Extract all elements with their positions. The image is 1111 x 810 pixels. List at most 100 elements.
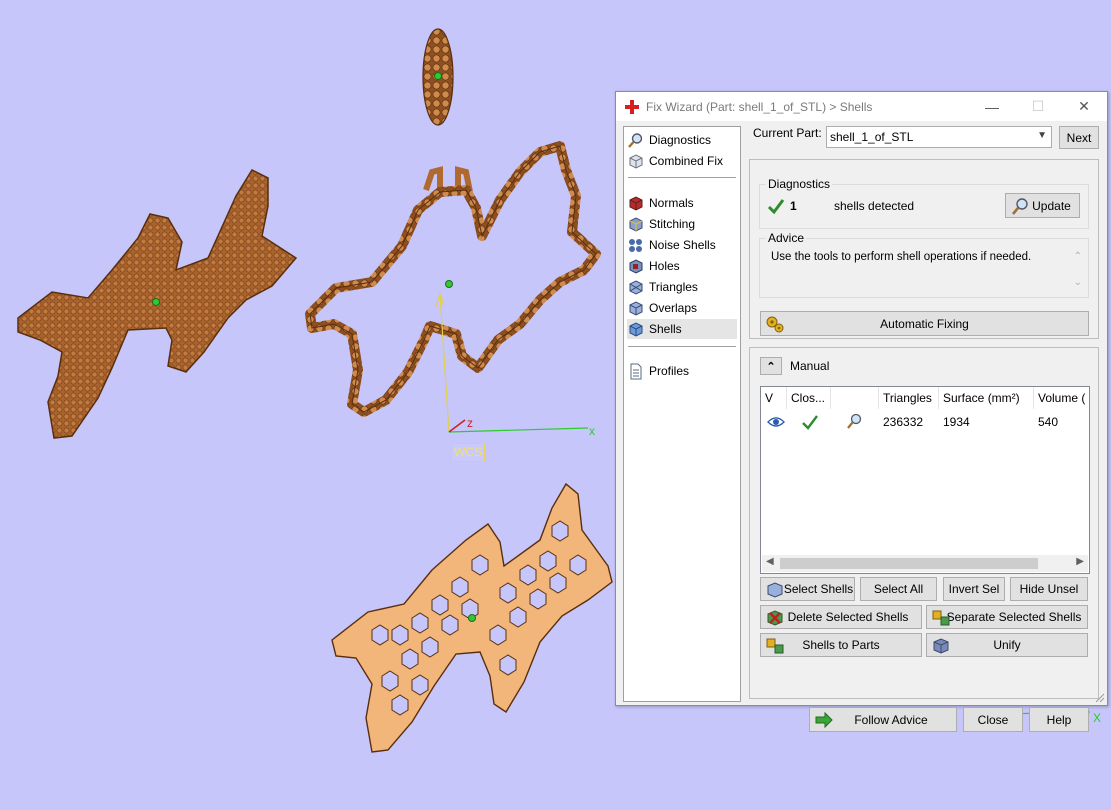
checkmark-icon xyxy=(767,199,785,215)
diagnostics-panel: Diagnostics 1 shells detected Update Adv… xyxy=(749,159,1099,339)
follow-advice-label: Follow Advice xyxy=(854,712,928,727)
wizard-nav-list: Diagnostics Combined Fix Normals Stitchi… xyxy=(623,126,741,702)
select-shells-cube-icon xyxy=(767,582,783,598)
separate-cubes-icon xyxy=(932,610,950,626)
unify-label: Unify xyxy=(993,638,1021,652)
nav-item-triangles[interactable]: Triangles xyxy=(627,277,737,297)
scrollbar-thumb[interactable] xyxy=(780,558,1038,569)
update-button-label: Update xyxy=(1032,198,1071,213)
nav-item-label: Stitching xyxy=(649,217,696,231)
nav-item-diagnostics[interactable]: Diagnostics xyxy=(627,130,737,150)
resize-grip-icon[interactable] xyxy=(1095,693,1105,703)
current-part-label: Current Part: xyxy=(753,126,822,140)
column-header-tool[interactable] xyxy=(831,387,879,409)
nav-item-label: Overlaps xyxy=(649,301,698,315)
wizard-main-panel: Current Part: shell_1_of_STL ▼ Next Diag… xyxy=(749,122,1101,732)
nav-item-holes[interactable]: Holes xyxy=(627,256,737,276)
nav-item-overlaps[interactable]: Overlaps xyxy=(627,298,737,318)
nav-item-stitching[interactable]: Stitching xyxy=(627,214,737,234)
surface-value: 1934 xyxy=(943,415,970,429)
scroll-down-icon[interactable]: ⌄ xyxy=(1074,277,1082,288)
scroll-right-icon[interactable]: ▶ xyxy=(1076,556,1084,567)
holes-cube-icon xyxy=(629,258,643,274)
scroll-up-icon[interactable]: ⌃ xyxy=(1074,251,1082,262)
column-header-triangles[interactable]: Triangles xyxy=(879,387,939,409)
invert-sel-button[interactable]: Invert Sel xyxy=(943,577,1005,601)
arrow-right-icon xyxy=(815,711,833,729)
help-button[interactable]: Help xyxy=(1029,707,1089,732)
normals-cube-icon xyxy=(629,195,643,211)
scroll-left-icon[interactable]: ◀ xyxy=(766,556,774,567)
automatic-fixing-button[interactable]: Automatic Fixing xyxy=(760,311,1089,336)
hide-unsel-button[interactable]: Hide Unsel xyxy=(1010,577,1088,601)
cube-icon xyxy=(629,153,643,169)
minimize-button[interactable]: — xyxy=(969,92,1015,121)
maximize-button[interactable]: ☐ xyxy=(1015,92,1061,121)
shells-to-parts-button[interactable]: Shells to Parts xyxy=(760,633,922,657)
magnifier-icon[interactable] xyxy=(845,412,863,432)
stitching-cube-icon xyxy=(629,216,643,232)
shell-count: 1 xyxy=(790,199,797,213)
current-part-value: shell_1_of_STL xyxy=(830,130,914,144)
column-header-volume[interactable]: Volume ( xyxy=(1034,387,1091,409)
wcs-axes xyxy=(435,292,589,433)
title-bar[interactable]: Fix Wizard (Part: shell_1_of_STL) > Shel… xyxy=(616,92,1107,121)
update-button[interactable]: Update xyxy=(1005,193,1080,218)
chevron-down-icon: ▼ xyxy=(1037,130,1047,141)
nav-item-profiles[interactable]: Profiles xyxy=(627,361,737,381)
shells-table: V Clos... Triangles Surface (mm²) Volume… xyxy=(760,386,1090,574)
unify-cubes-icon xyxy=(933,638,949,654)
shells-detected-text: shells detected xyxy=(834,199,915,213)
bail-ring-model[interactable] xyxy=(422,28,454,126)
select-shells-label: Select Shells xyxy=(783,582,854,596)
nav-item-combined-fix[interactable]: Combined Fix xyxy=(627,151,737,171)
filled-pendant-model[interactable] xyxy=(17,169,298,439)
column-header-visible[interactable]: V xyxy=(761,387,787,409)
horizontal-scrollbar[interactable]: ◀ ▶ xyxy=(762,555,1088,572)
automatic-fixing-label: Automatic Fixing xyxy=(880,316,969,331)
eye-icon[interactable] xyxy=(767,412,785,432)
nav-item-noise-shells[interactable]: Noise Shells xyxy=(627,235,737,255)
triangles-cube-icon xyxy=(629,279,643,295)
diagnostics-legend: Diagnostics xyxy=(766,177,833,191)
close-button[interactable]: Close xyxy=(963,707,1023,732)
manual-label: Manual xyxy=(790,359,830,373)
column-header-surface[interactable]: Surface (mm²) xyxy=(939,387,1034,409)
outline-pendant-model[interactable] xyxy=(305,141,601,417)
select-shells-button[interactable]: Select Shells xyxy=(760,577,855,601)
close-window-button[interactable]: ✕ xyxy=(1061,92,1107,121)
nav-item-label: Noise Shells xyxy=(649,238,716,252)
red-cross-icon xyxy=(625,99,639,114)
triangles-value: 236332 xyxy=(883,415,924,429)
follow-advice-button[interactable]: Follow Advice xyxy=(809,707,957,732)
nav-item-label: Triangles xyxy=(649,280,698,294)
column-header-closed[interactable]: Clos... xyxy=(787,387,831,409)
current-part-select[interactable]: shell_1_of_STL ▼ xyxy=(826,126,1052,148)
next-button[interactable]: Next xyxy=(1059,126,1099,149)
checkmark-icon xyxy=(802,415,818,430)
delete-selected-shells-button[interactable]: Delete Selected Shells xyxy=(760,605,922,629)
advice-legend: Advice xyxy=(766,231,807,245)
shells-cube-icon xyxy=(629,321,643,337)
overlaps-cube-icon xyxy=(629,300,643,316)
separate-selected-shells-label: Separate Selected Shells xyxy=(946,610,1082,624)
profiles-document-icon xyxy=(630,363,642,379)
separate-selected-shells-button[interactable]: Separate Selected Shells xyxy=(926,605,1088,629)
diagnostics-group: Diagnostics 1 shells detected Update xyxy=(759,177,1089,229)
nav-item-label: Combined Fix xyxy=(649,154,724,168)
delete-cube-icon xyxy=(767,610,783,626)
unify-button[interactable]: Unify xyxy=(926,633,1088,657)
axis-z-label: z xyxy=(467,416,473,430)
delete-selected-shells-label: Delete Selected Shells xyxy=(787,610,909,624)
magnifier-icon xyxy=(1012,198,1028,215)
select-all-button[interactable]: Select All xyxy=(860,577,937,601)
nav-separator xyxy=(628,177,736,178)
fix-wizard-dialog: Fix Wizard (Part: shell_1_of_STL) > Shel… xyxy=(615,91,1108,732)
nav-item-shells[interactable]: Shells xyxy=(627,319,737,339)
nav-item-normals[interactable]: Normals xyxy=(627,193,737,213)
honeycomb-pendant-model[interactable] xyxy=(331,482,613,753)
advice-text: Use the tools to perform shell operation… xyxy=(771,251,1032,263)
collapse-manual-button[interactable]: ⌃ xyxy=(760,357,782,375)
advice-textbox: Use the tools to perform shell operation… xyxy=(762,245,1086,295)
chevron-up-icon: ⌃ xyxy=(766,360,776,373)
